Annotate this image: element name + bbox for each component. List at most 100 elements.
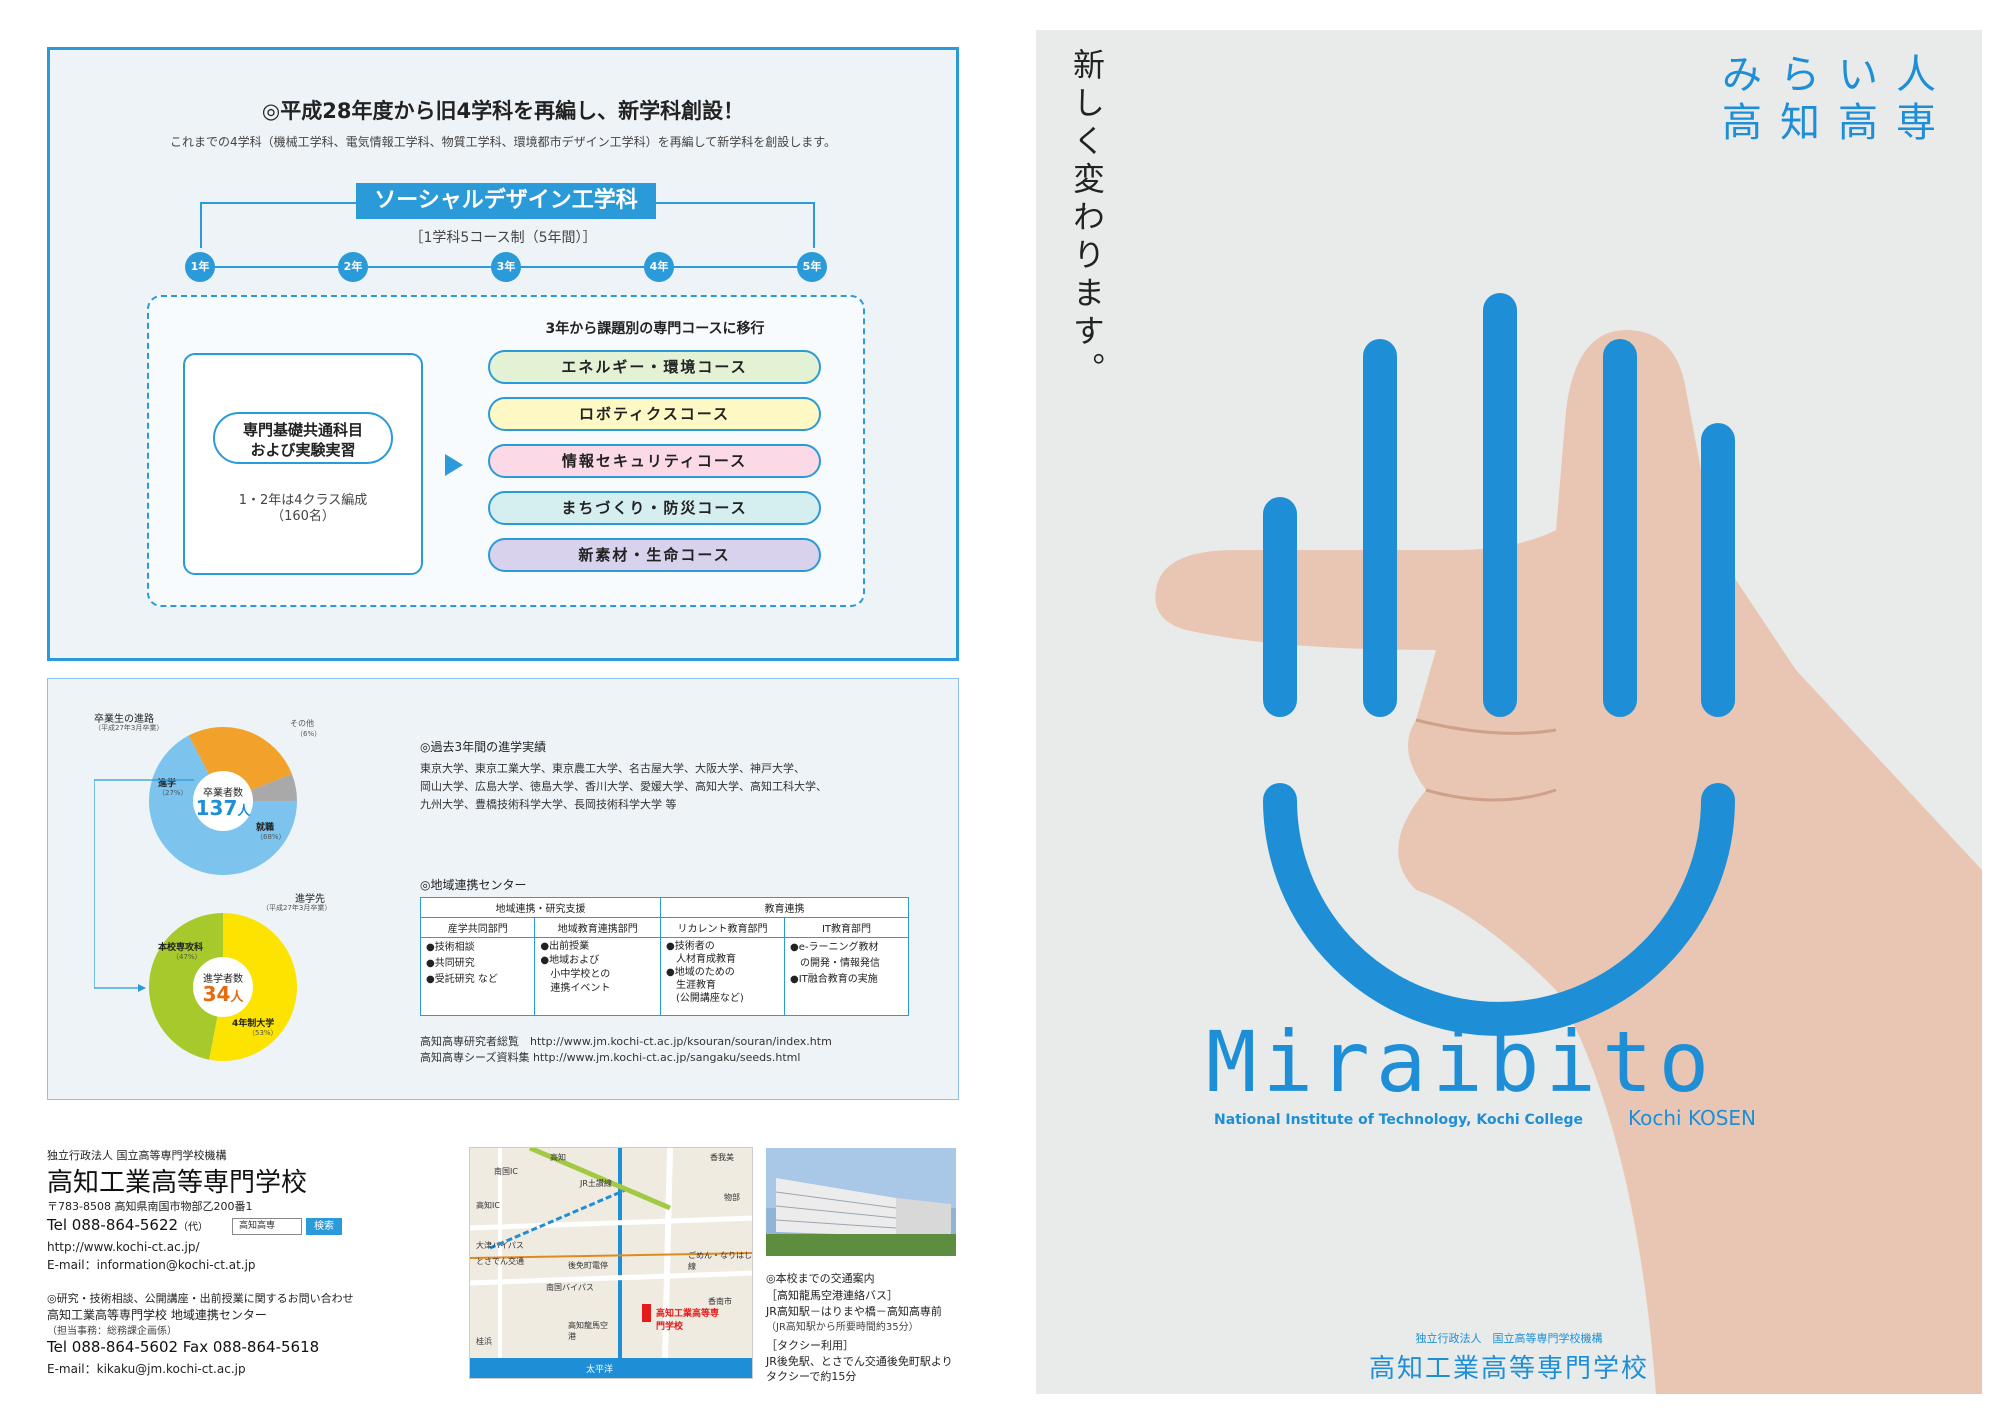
cell-line: ●IT融合教育の実施 — [790, 974, 878, 985]
class-note: 1・2年は4クラス編成 （160名） — [183, 493, 423, 525]
cover-tagline: 新しく変わります。 — [1068, 48, 1106, 390]
basic-line-2: および実験実習 — [250, 441, 356, 459]
cell-line: ●地域および — [540, 955, 600, 966]
advance-center-value: 34人 — [190, 982, 256, 1006]
inquiry-note: ◎研究・技術相談、公開講座・出前授業に関するお問い合わせ — [47, 1292, 354, 1305]
graduates-unit: 人 — [237, 804, 251, 819]
new-department-panel: ◎平成28年度から旧4学科を再編し、新学科創設！ これまでの4学科（機械工学科、… — [47, 47, 959, 661]
department-subtitle: ［1学科5コース制（5年間）］ — [409, 230, 597, 246]
search-input[interactable]: 高知高専 — [232, 1218, 302, 1235]
contact-org: 独立行政法人 国立高等専門学校機構 — [47, 1149, 227, 1162]
map-label: 高知龍馬空港 — [568, 1321, 608, 1341]
logo-kochi-kosen: Kochi KOSEN — [1628, 1106, 1756, 1130]
cover-page: 新しく変わります。 みらい人 高知高専 Miraibito National I… — [1036, 30, 1982, 1394]
panel-title: ◎平成28年度から旧4学科を再編し、新学科創設！ — [261, 99, 745, 123]
results-line-1: 東京大学、東京工業大学、東京農工大学、名古屋大学、大阪大学、神戸大学、 — [420, 762, 805, 775]
cell-line: の開発・情報発信 — [790, 958, 880, 969]
access-bus: ［高知龍馬空港連絡バス］ — [766, 1289, 898, 1302]
slice-label-other: その他 — [290, 719, 314, 728]
access-bus-detail-2: （JR高知駅から所要時間約35分） — [766, 1322, 919, 1333]
slice-pct-advanced-course: （47%） — [172, 953, 202, 961]
map-label: 桂浜 — [476, 1337, 492, 1346]
courses-heading: 3年から課題別の専門コースに移行 — [545, 321, 765, 337]
year-5-badge: 5年 — [797, 252, 827, 282]
miraibito-logo: Miraibito — [1206, 1013, 1716, 1111]
center-email[interactable]: E-mail：kikaku@jm.kochi-ct.ac.jp — [47, 1360, 246, 1377]
map-label: ごめん・なりはし線 — [688, 1251, 752, 1271]
cell-line: ●技術者の — [666, 941, 715, 952]
department-label: ソーシャルデザイン工学科 — [356, 183, 656, 219]
map-label: 後免町電停 — [568, 1261, 608, 1270]
contact-tel: Tel 088-864-5622（代） — [47, 1216, 208, 1234]
access-bus-detail-1: JR高知駅－はりまや橋－高知高専前 — [766, 1305, 942, 1318]
research-link-1[interactable]: 高知高専研究者総覧 http://www.jm.kochi-ct.ac.jp/k… — [420, 1034, 832, 1050]
search-button[interactable]: 検索 — [306, 1218, 342, 1235]
contact-address: 〒783-8508 高知県南国市物部乙200番1 — [47, 1200, 253, 1213]
basic-subjects-label: 専門基礎共通科目 および実験実習 — [213, 412, 393, 464]
campus-photo-drawing — [766, 1148, 956, 1256]
year-4-badge: 4年 — [644, 252, 674, 282]
map-label: 南国バイパス — [546, 1283, 594, 1292]
course-pill: 新素材・生命コース — [488, 538, 821, 572]
school-marker-label: 高知工業高等専門学校 — [656, 1309, 720, 1332]
map-label: 大津バイパス — [476, 1241, 524, 1250]
table-header: 地域連携・研究支援 — [420, 897, 661, 918]
cover-school-name: 高知工業高等専門学校 — [1368, 1354, 1649, 1384]
map-label: 太平洋 — [586, 1365, 614, 1375]
basic-line-1: 専門基礎共通科目 — [242, 421, 363, 439]
region-table: 地域連携・研究支援 教育連携 産学共同部門 地域教育連携部門 リカレント教育部門… — [419, 897, 909, 1016]
column-header: 地域教育連携部門 — [534, 917, 661, 938]
access-taxi: ［タクシー利用］ — [766, 1339, 854, 1352]
contact-email[interactable]: E-mail：information@kochi-ct.at.jp — [47, 1256, 256, 1273]
research-link-2[interactable]: 高知高専シーズ資料集 http://www.jm.kochi-ct.ac.jp/… — [420, 1050, 832, 1066]
hand-smile-logo-icon — [1263, 293, 1735, 1036]
tel-number: Tel 088-864-5622 — [47, 1216, 179, 1234]
cell-line: ●共同研究 — [426, 958, 475, 969]
map-label: 高知IC — [476, 1201, 500, 1210]
map-label: 物部 — [724, 1193, 740, 1202]
course-pill: エネルギー・環境コース — [488, 350, 821, 384]
slice-pct-university: （53%） — [248, 1029, 278, 1037]
cell-line: 連携イベント — [540, 983, 611, 994]
access-map: 高知 南国IC JR土讃線 高知IC 大津バイパス ごめん・なりはし線 とさでん… — [469, 1147, 753, 1379]
results-list: 東京大学、東京工業大学、東京農工大学、名古屋大学、大阪大学、神戸大学、 岡山大学… — [420, 760, 827, 814]
table-cell: ●出前授業 ●地域および 小中学校との 連携イベント — [534, 937, 661, 1016]
cell-line: (公開講座など) — [666, 993, 744, 1004]
cover-title-line-2: 高知高専 — [1722, 100, 1954, 146]
contact-school-name: 高知工業高等専門学校 — [47, 1168, 308, 1198]
map-label: 南国IC — [494, 1167, 518, 1176]
cell-line: ●技術相談 — [426, 942, 475, 953]
class-note-1: 1・2年は4クラス編成 — [238, 493, 368, 508]
center-tel-fax: Tel 088-864-5602 Fax 088-864-5618 — [47, 1338, 320, 1356]
results-line-3: 九州大学、豊橋技術科学大学、長岡技術科学大学 等 — [420, 798, 677, 811]
access-taxi-detail-2: タクシーで約15分 — [766, 1370, 857, 1383]
website-url[interactable]: http://www.kochi-ct.ac.jp/ — [47, 1240, 200, 1254]
results-line-2: 岡山大学、広島大学、徳島大学、香川大学、愛媛大学、高知大学、高知工科大学、 — [420, 780, 827, 793]
table-header: 教育連携 — [660, 897, 909, 918]
map-label: 高知 — [550, 1153, 566, 1162]
table-row: 産学共同部門 地域教育連携部門 リカレント教育部門 IT教育部門 — [419, 917, 909, 938]
campus-photo — [766, 1148, 956, 1256]
year-1-badge: 1年 — [185, 252, 215, 282]
course-pill: ロボティクスコース — [488, 397, 821, 431]
table-cell: ●技術相談 ●共同研究 ●受託研究 など — [419, 937, 536, 1016]
cell-line: 人材育成教育 — [666, 954, 736, 965]
cell-line: ●e-ラーニング教材 — [790, 942, 879, 953]
map-label: JR土讃線 — [580, 1179, 612, 1188]
course-pill: 情報セキュリティコース — [488, 444, 821, 478]
advance-count: 34 — [202, 982, 231, 1006]
panel-subtitle: これまでの4学科（機械工学科、電気情報工学科、物質工学科、環境都市デザイン工学科… — [169, 135, 837, 149]
basic-subjects-box — [183, 353, 423, 575]
cell-line: ●出前授業 — [540, 941, 590, 952]
slice-pct-other: （6%） — [296, 730, 322, 738]
map-label: 香我美 — [710, 1153, 734, 1162]
class-note-2: （160名） — [271, 509, 335, 524]
cell-line: 小中学校との — [540, 969, 611, 980]
access-title: ◎本校までの交通案内 — [766, 1272, 875, 1285]
cell-line: 生涯教育 — [666, 980, 716, 991]
research-links: 高知高専研究者総覧 http://www.jm.kochi-ct.ac.jp/k… — [420, 1034, 832, 1066]
slice-pct-employment: （68%） — [256, 833, 286, 841]
year-3-badge: 3年 — [491, 252, 521, 282]
access-taxi-detail-1: JR後免駅、とさでん交通後免町駅より — [766, 1355, 953, 1368]
center-name: 高知工業高等専門学校 地域連携センター — [47, 1308, 267, 1322]
